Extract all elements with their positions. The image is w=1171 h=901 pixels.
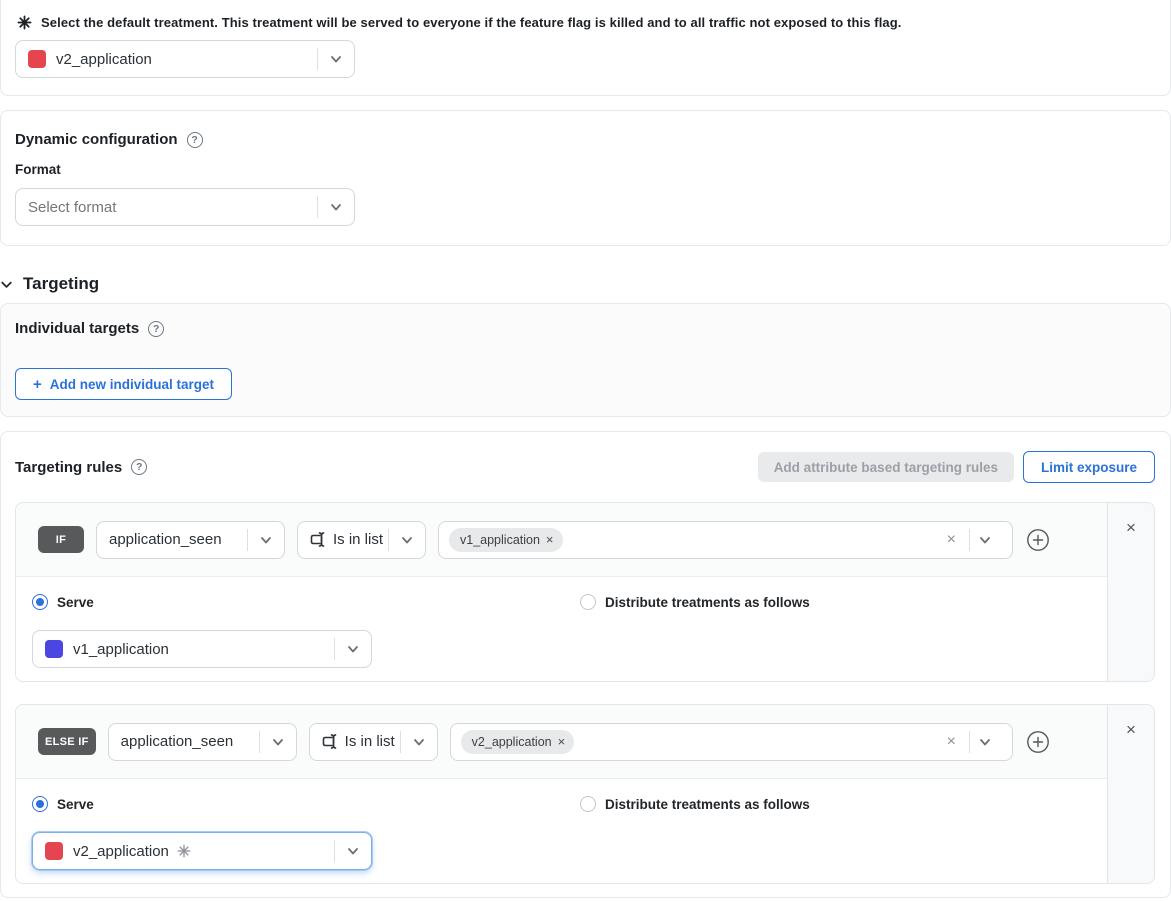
chevron-down-icon[interactable] <box>318 50 354 68</box>
chevron-down-icon[interactable] <box>970 531 1000 549</box>
format-dropdown[interactable]: Select format <box>15 188 355 226</box>
treatment-color-swatch <box>45 640 63 658</box>
serve-radio[interactable] <box>32 796 48 812</box>
remove-tag-icon[interactable]: × <box>546 533 554 546</box>
default-treatment-dropdown[interactable]: v2_application <box>15 40 355 78</box>
attribute-dropdown[interactable]: application_seen <box>96 521 285 559</box>
add-condition-button[interactable] <box>1025 729 1051 755</box>
attribute-value: application_seen <box>109 531 222 548</box>
targeting-section-header[interactable]: Targeting <box>0 273 1171 295</box>
default-treatment-note-row: Select the default treatment. This treat… <box>17 15 1154 30</box>
targeting-title: Targeting <box>23 274 99 294</box>
help-icon[interactable]: ? <box>131 459 147 475</box>
default-treatment-value: v2_application <box>56 51 152 68</box>
clear-values-icon[interactable]: × <box>934 733 969 751</box>
treatment-color-swatch <box>28 50 46 68</box>
chevron-down-icon[interactable] <box>335 842 371 860</box>
chevron-down-icon[interactable] <box>970 733 1000 751</box>
remove-tag-icon[interactable]: × <box>558 735 566 748</box>
string-matcher-icon <box>308 530 327 549</box>
chevron-down-icon[interactable] <box>401 733 437 751</box>
chevron-down-icon[interactable] <box>248 531 284 549</box>
targeting-rules-title: Targeting rules <box>15 459 122 476</box>
default-treatment-section: Select the default treatment. This treat… <box>0 0 1171 96</box>
clear-values-icon[interactable]: × <box>934 531 969 549</box>
default-treatment-note: Select the default treatment. This treat… <box>41 15 902 30</box>
help-icon[interactable]: ? <box>148 321 164 337</box>
distribute-label: Distribute treatments as follows <box>605 595 810 610</box>
matcher-value: Is in list <box>333 531 383 548</box>
add-condition-button[interactable] <box>1025 527 1051 553</box>
distribute-label: Distribute treatments as follows <box>605 797 810 812</box>
matcher-dropdown[interactable]: Is in list <box>297 521 426 559</box>
individual-targets-section: Individual targets ? + Add new individua… <box>0 303 1171 417</box>
serve-treatment-dropdown[interactable]: v2_application <box>32 832 372 870</box>
targeting-rule: IF application_seen <box>15 502 1155 682</box>
serve-treatment-value: v2_application <box>73 843 169 860</box>
chevron-down-icon[interactable] <box>389 531 425 549</box>
dynamic-configuration-title: Dynamic configuration <box>15 131 178 148</box>
condition-badge: IF <box>38 526 84 553</box>
default-treatment-asterisk-icon <box>177 844 191 858</box>
matcher-value: Is in list <box>345 733 395 750</box>
feature-flag-definition-page: Select the default treatment. This treat… <box>0 0 1171 901</box>
format-placeholder: Select format <box>28 199 116 216</box>
add-individual-target-label: Add new individual target <box>50 377 214 392</box>
rule-values-input[interactable]: v1_application × × <box>438 521 1013 559</box>
add-attribute-rules-button[interactable]: Add attribute based targeting rules <box>758 452 1014 482</box>
limit-exposure-button[interactable]: Limit exposure <box>1023 451 1155 483</box>
chevron-down-icon[interactable] <box>260 733 296 751</box>
format-label: Format <box>15 162 1154 177</box>
plus-icon: + <box>33 376 42 393</box>
add-individual-target-button[interactable]: + Add new individual target <box>15 368 232 400</box>
value-tag: v2_application × <box>461 730 575 754</box>
serve-label: Serve <box>57 797 94 812</box>
chevron-down-icon[interactable] <box>318 198 354 216</box>
value-tag-label: v1_application <box>460 533 540 547</box>
individual-targets-title: Individual targets <box>15 320 139 337</box>
matcher-dropdown[interactable]: Is in list <box>309 723 438 761</box>
value-tag-label: v2_application <box>472 735 552 749</box>
treatment-color-swatch <box>45 842 63 860</box>
distribute-radio[interactable] <box>580 594 596 610</box>
attribute-value: application_seen <box>121 733 234 750</box>
distribute-radio[interactable] <box>580 796 596 812</box>
condition-badge: ELSE IF <box>38 728 96 755</box>
chevron-down-icon[interactable] <box>335 640 371 658</box>
serve-treatment-value: v1_application <box>73 641 169 658</box>
serve-label: Serve <box>57 595 94 610</box>
delete-rule-icon[interactable]: × <box>1126 721 1136 738</box>
serve-treatment-dropdown[interactable]: v1_application <box>32 630 372 668</box>
dynamic-configuration-section: Dynamic configuration ? Format Select fo… <box>0 110 1171 246</box>
help-icon[interactable]: ? <box>187 132 203 148</box>
targeting-rules-section: Targeting rules ? Add attribute based ta… <box>0 431 1171 898</box>
asterisk-icon <box>17 15 32 30</box>
delete-rule-icon[interactable]: × <box>1126 519 1136 536</box>
targeting-rule: ELSE IF application_seen <box>15 704 1155 884</box>
value-tag: v1_application × <box>449 528 563 552</box>
string-matcher-icon <box>320 732 339 751</box>
attribute-dropdown[interactable]: application_seen <box>108 723 297 761</box>
serve-radio[interactable] <box>32 594 48 610</box>
collapse-chevron-icon[interactable] <box>0 276 15 293</box>
rule-values-input[interactable]: v2_application × × <box>450 723 1013 761</box>
